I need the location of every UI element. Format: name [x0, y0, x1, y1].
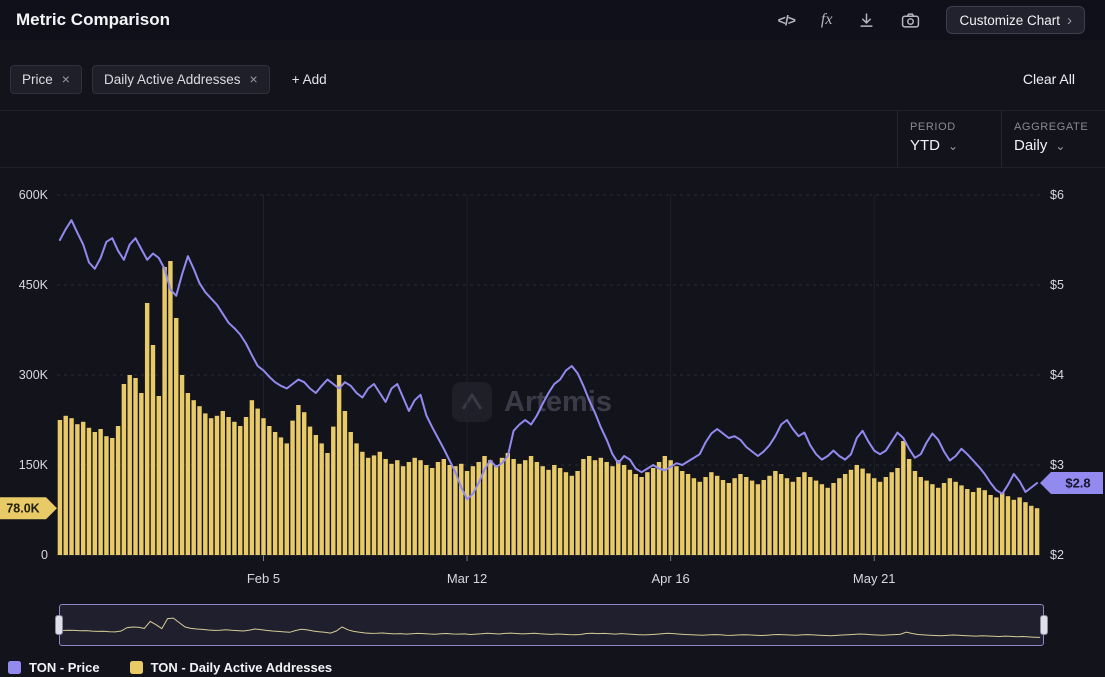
download-icon[interactable] — [858, 12, 875, 29]
svg-text:$4: $4 — [1050, 368, 1064, 382]
comparison-chart[interactable]: 0 $2 150K $3 300K $4 450K $5 600K $6 Feb 5 Mar 12 Ap… — [0, 185, 1105, 597]
remove-metric-icon[interactable]: × — [62, 71, 70, 87]
legend-label: TON - Price — [29, 660, 100, 675]
aggregate-label: AGGREGATE — [1014, 121, 1105, 133]
svg-text:May 21: May 21 — [853, 571, 896, 586]
embed-code-icon[interactable]: </> — [778, 12, 795, 28]
svg-text:150K: 150K — [19, 458, 49, 472]
formula-icon[interactable]: fx — [821, 11, 833, 29]
svg-text:78.0K: 78.0K — [6, 502, 39, 516]
period-control[interactable]: PERIOD YTD ⌄ — [897, 111, 1001, 167]
customize-chart-button[interactable]: Customize Chart › — [946, 6, 1085, 34]
svg-text:Apr 16: Apr 16 — [651, 571, 689, 586]
svg-text:$2.8: $2.8 — [1065, 476, 1090, 491]
customize-chart-label: Customize Chart — [959, 13, 1060, 28]
svg-text:0: 0 — [41, 548, 48, 562]
svg-text:450K: 450K — [19, 278, 49, 292]
chip-label: Daily Active Addresses — [104, 72, 241, 87]
svg-text:600K: 600K — [19, 188, 49, 202]
chevron-down-icon: ⌄ — [948, 139, 958, 153]
chip-label: Price — [22, 72, 53, 87]
period-label: PERIOD — [910, 121, 1001, 133]
aggregate-control[interactable]: AGGREGATE Daily ⌄ — [1001, 111, 1105, 167]
legend-label: TON - Daily Active Addresses — [151, 660, 333, 675]
remove-metric-icon[interactable]: × — [250, 71, 258, 87]
navigator-series-line — [63, 618, 1040, 637]
svg-text:$2: $2 — [1050, 548, 1064, 562]
chart-legend: TON - Price TON - Daily Active Addresses — [8, 660, 332, 675]
svg-text:$6: $6 — [1050, 188, 1064, 202]
legend-item-price[interactable]: TON - Price — [8, 660, 100, 675]
chevron-right-icon: › — [1067, 12, 1072, 29]
price-swatch — [8, 661, 21, 674]
svg-text:Feb 5: Feb 5 — [247, 571, 280, 586]
clear-all-button[interactable]: Clear All — [1023, 71, 1075, 87]
legend-item-daily-active-addresses[interactable]: TON - Daily Active Addresses — [130, 660, 333, 675]
page-title: Metric Comparison — [16, 0, 170, 40]
aggregate-value: Daily — [1014, 137, 1047, 154]
svg-text:$3: $3 — [1050, 458, 1064, 472]
navigator-right-handle[interactable] — [1040, 615, 1048, 635]
svg-text:300K: 300K — [19, 368, 49, 382]
chart-controls-row: PERIOD YTD ⌄ AGGREGATE Daily ⌄ — [0, 110, 1105, 168]
header: Metric Comparison </> fx Customize Chart… — [0, 0, 1105, 40]
screenshot-icon[interactable] — [901, 12, 920, 29]
metric-chip-price[interactable]: Price × — [10, 65, 82, 94]
period-value: YTD — [910, 137, 940, 154]
svg-text:Mar 12: Mar 12 — [447, 571, 487, 586]
active-addresses-bars — [58, 261, 1040, 555]
navigator-minimap — [60, 605, 1043, 645]
navigator-left-handle[interactable] — [55, 615, 63, 635]
svg-text:$5: $5 — [1050, 278, 1064, 292]
daily-active-addresses-swatch — [130, 661, 143, 674]
header-actions: </> fx Customize Chart › — [778, 0, 1085, 40]
app-root: Metric Comparison </> fx Customize Chart… — [0, 0, 1105, 677]
time-range-navigator[interactable] — [59, 604, 1044, 646]
chevron-down-icon: ⌄ — [1055, 139, 1065, 153]
left-value-tag: 78.0K — [0, 497, 57, 519]
add-metric-button[interactable]: + Add — [292, 72, 327, 87]
right-value-tag: $2.8 — [1040, 472, 1103, 494]
metric-chip-daily-active-addresses[interactable]: Daily Active Addresses × — [92, 65, 270, 94]
metric-chips-row: Price × Daily Active Addresses × + Add C… — [0, 62, 1105, 96]
